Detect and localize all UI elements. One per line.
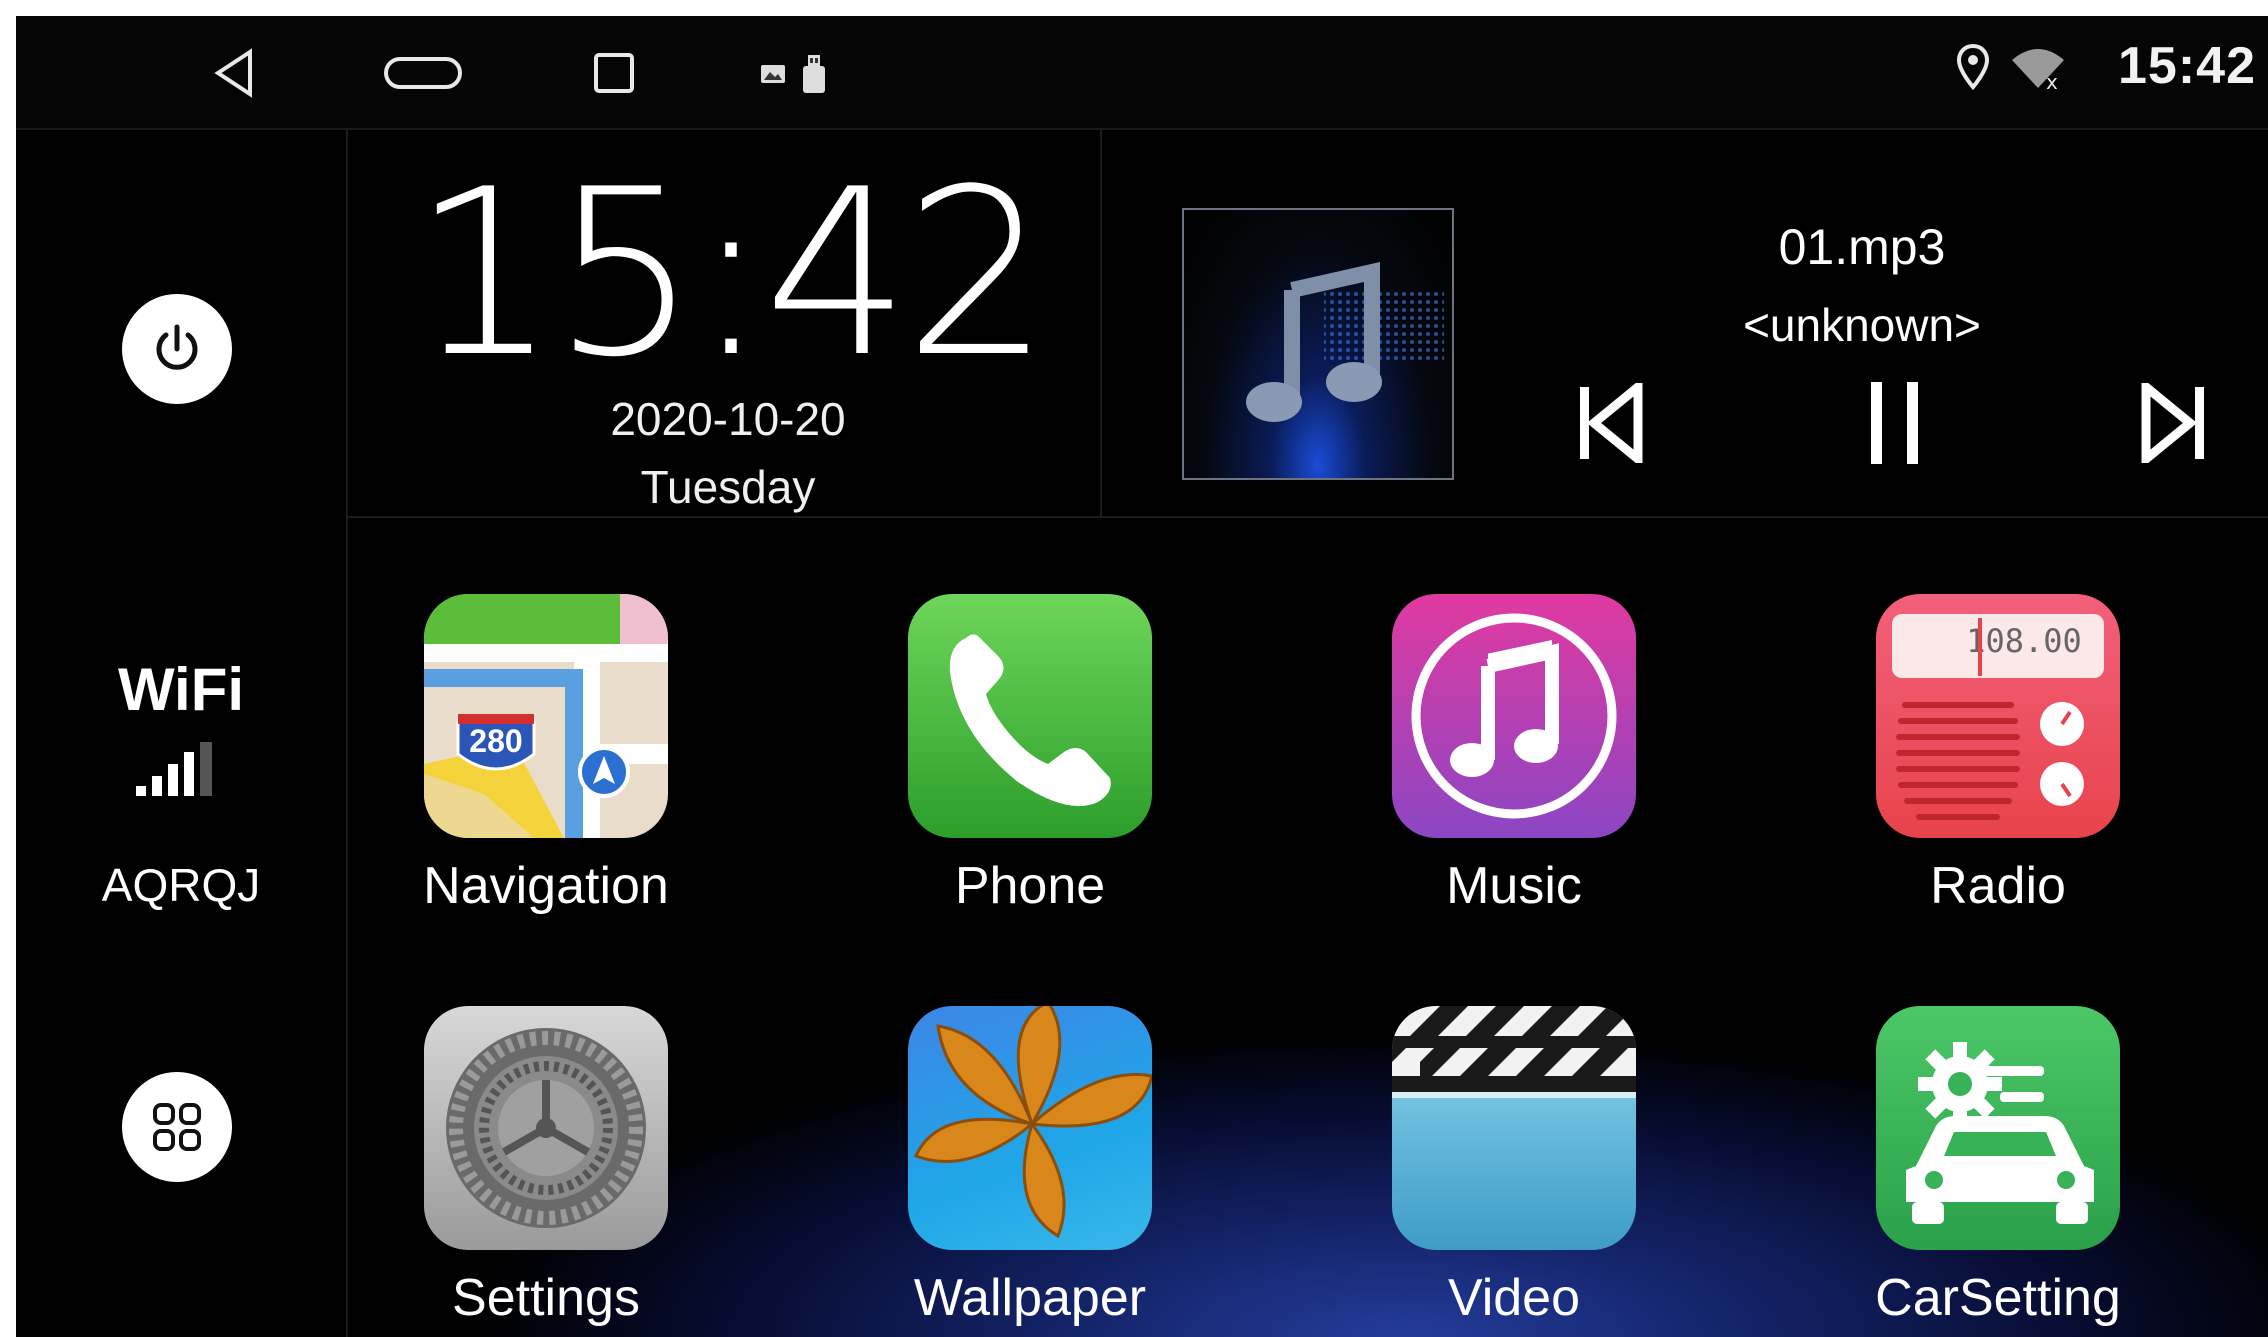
- power-icon: [156, 324, 198, 370]
- home-icon: [384, 57, 462, 89]
- music-widget: 01.mp3 <unknown>: [1102, 130, 2268, 518]
- usb-icon: [803, 55, 825, 93]
- phone-icon: [908, 594, 1152, 838]
- left-rail: WiFi AQRQJ: [16, 130, 348, 1337]
- app-label: Phone: [954, 857, 1106, 915]
- all-apps-icon: [153, 1103, 201, 1151]
- home-button[interactable]: [368, 38, 478, 108]
- app-label: Music: [1446, 857, 1582, 915]
- music-icon: [1392, 594, 1636, 838]
- all-apps-button[interactable]: [122, 1072, 232, 1182]
- track-title: 01.mp3: [1778, 219, 1946, 275]
- radio-icon: 108.00: [1876, 594, 2120, 838]
- track-artist: <unknown>: [1743, 299, 1981, 351]
- wallpaper-icon: [908, 1006, 1152, 1250]
- pause-button[interactable]: [1840, 368, 1950, 478]
- clock-widget[interactable]: 15:42 2020-10-20 Tuesday: [348, 130, 1102, 518]
- app-grid: 280 Navigation Phone Music 108.00 Radio …: [348, 518, 2268, 1337]
- app-label: Settings: [452, 1269, 640, 1327]
- pause-icon: [1871, 382, 1918, 464]
- previous-icon: [1580, 383, 1643, 463]
- app-label: Wallpaper: [913, 1269, 1147, 1327]
- clock-day: Tuesday: [640, 461, 816, 513]
- app-phone[interactable]: Phone: [832, 594, 1172, 954]
- radio-frequency: 108.00: [1966, 622, 2082, 660]
- next-icon: [2141, 383, 2204, 463]
- system-icons: x: [1956, 44, 2068, 90]
- music-note-icon: [1246, 262, 1444, 422]
- app-label: CarSetting: [1875, 1269, 2121, 1327]
- app-radio[interactable]: 108.00 Radio: [1800, 594, 2140, 954]
- video-icon: [1392, 1006, 1636, 1250]
- recents-icon: [594, 53, 634, 93]
- car-setting-icon: [1876, 1006, 2120, 1250]
- next-button[interactable]: [2120, 368, 2230, 478]
- wifi-title: WiFi: [117, 656, 245, 723]
- navigation-icon: 280: [424, 594, 668, 838]
- app-navigation[interactable]: 280 Navigation: [348, 594, 688, 954]
- svg-text:x: x: [2046, 70, 2058, 90]
- wifi-disconnected-icon: x: [2012, 49, 2064, 90]
- app-carsetting[interactable]: CarSetting: [1800, 1006, 2140, 1337]
- recents-button[interactable]: [574, 38, 654, 108]
- head-unit-screen: x 15:42 WiFi AQRQJ 15:42 2020-10-20 Tues…: [16, 16, 2268, 1337]
- power-button[interactable]: [122, 294, 232, 404]
- wifi-ssid: AQRQJ: [101, 859, 261, 911]
- settings-icon: [424, 1006, 668, 1250]
- clock-time: 15:42: [411, 141, 1051, 408]
- app-settings[interactable]: Settings: [348, 1006, 688, 1337]
- app-label: Navigation: [423, 857, 669, 915]
- previous-button[interactable]: [1554, 368, 1664, 478]
- notification-icons: [760, 54, 826, 94]
- navigation-badge: 280: [469, 723, 522, 759]
- location-icon: [1956, 44, 1990, 90]
- image-icon: [761, 65, 785, 83]
- status-bar: x 15:42: [16, 16, 2268, 130]
- app-wallpaper[interactable]: Wallpaper: [832, 1006, 1172, 1337]
- app-label: Video: [1447, 1269, 1581, 1327]
- status-time: 15:42: [2118, 37, 2256, 95]
- back-button[interactable]: [194, 38, 274, 108]
- clock-date: 2020-10-20: [610, 393, 846, 445]
- album-art[interactable]: [1182, 208, 1454, 480]
- app-video[interactable]: Video: [1316, 1006, 1656, 1337]
- app-music[interactable]: Music: [1316, 594, 1656, 954]
- back-icon: [214, 48, 252, 98]
- app-label: Radio: [1930, 857, 2066, 915]
- wifi-signal-icon: [134, 742, 218, 803]
